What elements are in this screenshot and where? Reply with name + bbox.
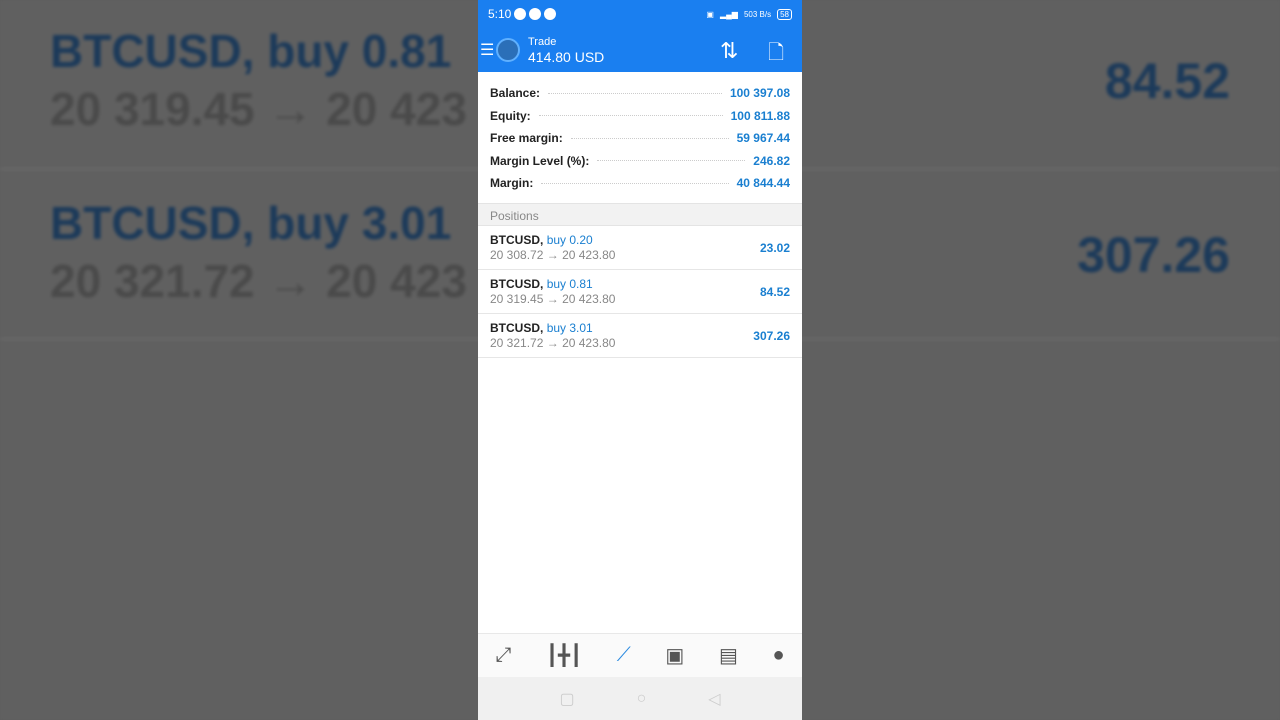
bg-symbol: BTCUSD, — [50, 25, 255, 77]
trade-icon[interactable]: ⟋ — [617, 644, 631, 667]
chart-icon[interactable]: ┃╋┃ — [546, 643, 582, 668]
account-label: Free margin: — [490, 131, 563, 146]
position-row[interactable]: BTCUSD, buy 3.01 20 321.72 → 20 423.80 3… — [478, 314, 802, 358]
bg-side: buy 3.01 — [267, 197, 452, 249]
account-row: Equity: 100 811.88 — [490, 105, 790, 128]
open-price: 20 319.45 — [490, 291, 544, 306]
menu-icon[interactable]: ☰ — [480, 40, 494, 60]
bg-prices: 20 321.72 → 20 423 — [50, 255, 467, 307]
account-label: Equity: — [490, 108, 531, 123]
open-price: 20 308.72 — [490, 247, 544, 262]
position-symbol: BTCUSD, — [490, 320, 544, 335]
account-row: Balance: 100 397.08 — [490, 82, 790, 105]
system-nav: ▢ ○ ◁ — [478, 677, 802, 720]
position-side: buy 3.01 — [546, 320, 593, 335]
account-row: Margin: 40 844.44 — [490, 172, 790, 195]
bg-profit: 307.26 — [1077, 227, 1230, 283]
position-profit: 84.52 — [759, 284, 790, 299]
account-value: 246.82 — [753, 153, 790, 168]
position-symbol: BTCUSD, — [490, 276, 544, 291]
home-icon[interactable]: ○ — [637, 690, 647, 708]
position-profit: 307.26 — [753, 328, 790, 343]
history-icon[interactable]: ▣ — [665, 643, 684, 668]
back-icon[interactable]: ◁ — [708, 689, 720, 709]
current-price: 20 423.80 — [562, 291, 616, 306]
profit-total: 414.80 USD — [528, 49, 605, 65]
new-order-icon[interactable]: 🗋 — [768, 38, 784, 72]
phone-screen: 5:10 ▣ ▂▄▆ 503 B/s 58 ☰ Trade 414.80 USD… — [478, 0, 802, 720]
bg-symbol: BTCUSD, — [50, 197, 255, 249]
position-side: buy 0.20 — [546, 232, 593, 247]
account-value: 100 811.88 — [730, 108, 790, 123]
account-label: Margin: — [490, 176, 534, 191]
position-symbol: BTCUSD, — [490, 232, 544, 247]
chat-icon[interactable]: ● — [773, 644, 785, 667]
news-icon[interactable]: ▤ — [719, 643, 738, 668]
page-title: Trade — [528, 36, 557, 48]
battery-icon: 58 — [777, 8, 792, 20]
position-profit: 23.02 — [759, 240, 790, 255]
music-icon — [514, 8, 527, 20]
sort-icon[interactable]: ⇅ — [720, 38, 738, 64]
bottom-nav: ⤢ ┃╋┃ ⟋ ▣ ▤ ● — [478, 633, 802, 677]
account-value: 40 844.44 — [736, 176, 790, 191]
network-speed: 503 B/s — [743, 9, 772, 19]
whatsapp-icon — [529, 8, 542, 20]
current-price: 20 423.80 — [562, 247, 616, 262]
account-value: 59 967.44 — [736, 131, 790, 146]
top-bar: 5:10 ▣ ▂▄▆ 503 B/s 58 ☰ Trade 414.80 USD… — [478, 0, 802, 72]
current-price: 20 423.80 — [562, 335, 616, 350]
position-side: buy 0.81 — [546, 276, 593, 291]
account-row: Margin Level (%): 246.82 — [490, 150, 790, 173]
app-logo — [496, 38, 520, 62]
quotes-icon[interactable]: ⤢ — [495, 644, 511, 667]
open-price: 20 321.72 — [490, 335, 544, 350]
position-row[interactable]: BTCUSD, buy 0.81 20 319.45 → 20 423.80 8… — [478, 270, 802, 314]
cast-icon: ▣ — [706, 9, 714, 19]
account-row: Free margin: 59 967.44 — [490, 127, 790, 150]
position-row[interactable]: BTCUSD, buy 0.20 20 308.72 → 20 423.80 2… — [478, 226, 802, 270]
account-summary: Balance: 100 397.08 Equity: 100 811.88 Fre… — [478, 72, 802, 199]
notification-icon — [544, 8, 557, 20]
positions-header: Positions — [478, 202, 802, 226]
account-label: Balance: — [490, 86, 541, 101]
status-bar: 5:10 ▣ ▂▄▆ 503 B/s 58 — [478, 0, 802, 28]
bg-side: buy 0.81 — [267, 25, 452, 77]
account-value: 100 397.08 — [729, 86, 790, 101]
status-time: 5:10 — [488, 7, 512, 21]
recents-icon[interactable]: ▢ — [559, 689, 574, 709]
account-label: Margin Level (%): — [490, 153, 590, 168]
bg-prices: 20 319.45 → 20 423 — [50, 83, 467, 135]
signal-icon: ▂▄▆ — [719, 9, 738, 19]
bg-profit: 84.52 — [1104, 53, 1230, 109]
